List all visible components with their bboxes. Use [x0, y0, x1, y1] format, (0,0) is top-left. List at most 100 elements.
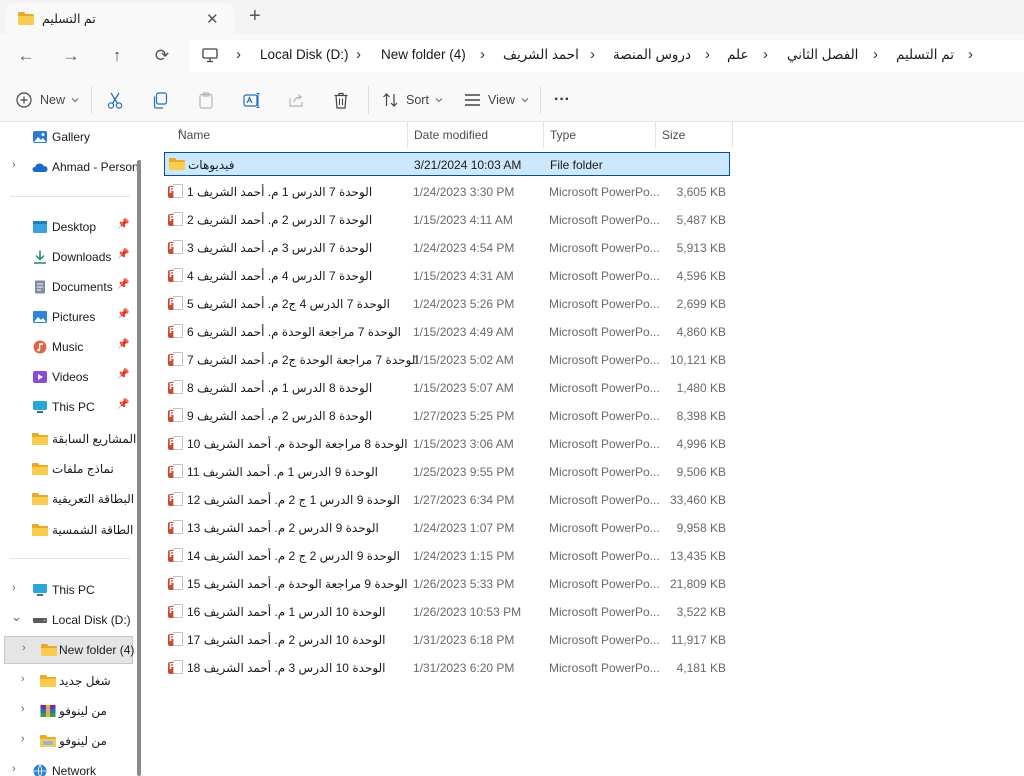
chevron-right-icon[interactable]: ›: [12, 582, 16, 594]
breadcrumb-item[interactable]: تم التسليم: [896, 47, 954, 63]
rename-button[interactable]: [243, 89, 261, 111]
tab-title: تم التسليم: [42, 12, 96, 26]
sidebar-item-network[interactable]: › Network: [0, 758, 136, 776]
powerpoint-icon: P: [168, 492, 183, 507]
videos-icon: [33, 371, 47, 383]
powerpoint-icon: P: [168, 548, 183, 563]
breadcrumb-separator: ›: [236, 46, 241, 63]
sidebar-item-onedrive[interactable]: › Ahmad - Person: [0, 154, 139, 180]
chevron-right-icon[interactable]: ›: [21, 733, 25, 745]
address-bar[interactable]: › Local Disk (D:) › New folder (4) › احم…: [190, 40, 1024, 72]
file-row[interactable]: P الوحدة 8 مراجعة الوحدة م. أحمد الشريف 1…: [164, 432, 730, 456]
sidebar-item-downloads[interactable]: Downloads 📌: [0, 244, 136, 270]
back-button[interactable]: ←: [14, 44, 38, 68]
powerpoint-icon: P: [168, 464, 183, 479]
chevron-right-icon[interactable]: ›: [21, 703, 25, 715]
sidebar-item-folder[interactable]: المشاريع السابقة: [0, 426, 136, 452]
chevron-right-icon[interactable]: ›: [22, 642, 26, 654]
scrollbar[interactable]: [137, 160, 141, 776]
chevron-right-icon[interactable]: ›: [21, 673, 25, 685]
file-row[interactable]: P الوحدة 8 الدرس 2 م. أحمد الشريف 9 1/27/2…: [164, 404, 730, 428]
refresh-button[interactable]: ⟳: [150, 44, 174, 68]
more-options-button[interactable]: ···: [554, 89, 570, 111]
chevron-down-icon[interactable]: ⌄: [11, 609, 22, 625]
sidebar-item-music[interactable]: Music 📌: [0, 334, 136, 360]
file-row[interactable]: P الوحدة 7 الدرس 3 م. أحمد الشريف 3 1/24/2…: [164, 236, 730, 260]
breadcrumb-item[interactable]: احمد الشريف: [503, 47, 579, 63]
file-row[interactable]: P الوحدة 10 الدرس 1 م. أحمد الشريف 16 1/26…: [164, 600, 730, 624]
file-name: الوحدة 10 الدرس 1 م. أحمد الشريف 16: [187, 605, 386, 619]
breadcrumb-item[interactable]: علم: [727, 47, 749, 63]
file-row[interactable]: فيديوهات 3/21/2024 10:03 AM File folder: [164, 152, 730, 176]
tab-active[interactable]: تم التسليم ✕: [6, 3, 234, 34]
file-row[interactable]: P الوحدة 7 الدرس 2 م. أحمد الشريف 2 1/15/2…: [164, 208, 730, 232]
file-row[interactable]: P الوحدة 10 الدرس 2 م. أحمد الشريف 17 1/31…: [164, 628, 730, 652]
file-row[interactable]: P الوحدة 7 الدرس 1 م. أحمد الشريف 1 1/24/2…: [164, 180, 730, 204]
new-tab-button[interactable]: +: [249, 5, 261, 28]
breadcrumb-item[interactable]: Local Disk (D:): [260, 47, 349, 62]
breadcrumb-item[interactable]: دروس المنصة: [613, 47, 691, 63]
file-row[interactable]: P الوحدة 9 الدرس 1 ج 2 م. أحمد الشريف 12 1…: [164, 488, 730, 512]
sidebar-item-videos[interactable]: Videos 📌: [0, 364, 136, 390]
sidebar-item-folder[interactable]: نماذج ملفات: [0, 456, 136, 482]
sidebar-item-this-pc-pinned[interactable]: This PC 📌: [0, 394, 136, 420]
file-row[interactable]: P الوحدة 9 الدرس 2 ج 2 م. أحمد الشريف 14 1…: [164, 544, 730, 568]
file-row[interactable]: P الوحدة 7 الدرس 4 م. أحمد الشريف 4 1/15/2…: [164, 264, 730, 288]
sidebar-item-folder[interactable]: الطاقة الشمسية: [0, 517, 136, 543]
file-name: الوحدة 9 الدرس 2 م. أحمد الشريف 13: [187, 521, 379, 535]
sidebar-item-folder[interactable]: › شغل جديد: [0, 668, 136, 694]
cut-button[interactable]: [107, 89, 123, 111]
sidebar-item-label: Music: [52, 340, 84, 354]
file-name: الوحدة 7 الدرس 4 م. أحمد الشريف 4: [187, 269, 373, 283]
forward-button[interactable]: →: [59, 44, 83, 68]
share-button[interactable]: [288, 89, 304, 111]
breadcrumb-separator: ›: [968, 46, 973, 63]
column-header-date[interactable]: Date modified: [408, 122, 544, 148]
file-row[interactable]: P الوحدة 7 مراجعة الوحدة ج2 م. أحمد الشري…: [164, 348, 730, 372]
file-name: فيديوهات: [188, 158, 235, 172]
sidebar-item-gallery[interactable]: Gallery: [0, 124, 136, 150]
sidebar-divider: [10, 196, 130, 197]
file-row[interactable]: P الوحدة 9 الدرس 2 م. أحمد الشريف 13 1/24/…: [164, 516, 730, 540]
file-row[interactable]: P الوحدة 10 الدرس 3 م. أحمد الشريف 18 1/31…: [164, 656, 730, 680]
sort-button[interactable]: Sort: [382, 89, 443, 111]
copy-button[interactable]: [152, 89, 168, 111]
sidebar-item-folder[interactable]: البطاقة التعريفية: [0, 486, 136, 512]
file-row[interactable]: P الوحدة 9 الدرس 1 م. أحمد الشريف 11 1/25/…: [164, 460, 730, 484]
document-icon: [35, 280, 45, 294]
column-header-size[interactable]: Size: [656, 122, 733, 148]
column-header-name[interactable]: Name ^: [172, 122, 408, 148]
sidebar-item-desktop[interactable]: Desktop 📌: [0, 214, 136, 240]
column-header-type[interactable]: Type: [544, 122, 656, 148]
delete-button[interactable]: [333, 89, 349, 111]
sidebar-item-new-folder-4[interactable]: › New folder (4): [4, 636, 134, 664]
up-button[interactable]: ↑: [105, 44, 129, 68]
breadcrumb-item[interactable]: New folder (4): [381, 47, 466, 62]
sidebar-item-local-disk[interactable]: ⌄ Local Disk (D:): [0, 607, 136, 633]
file-date: 1/24/2023 1:07 PM: [413, 521, 515, 535]
view-button[interactable]: View: [464, 89, 529, 111]
sidebar-item-label: من لينوفو: [59, 704, 107, 718]
powerpoint-icon: P: [168, 352, 183, 367]
new-button[interactable]: New: [16, 89, 79, 111]
file-row[interactable]: P الوحدة 7 الدرس 4 ج2 م. أحمد الشريف 5 1/2…: [164, 292, 730, 316]
music-icon: [33, 340, 47, 354]
close-icon[interactable]: ✕: [206, 10, 219, 28]
chevron-right-icon[interactable]: ›: [12, 763, 16, 775]
powerpoint-icon: P: [168, 576, 183, 591]
sidebar-item-pictures[interactable]: Pictures 📌: [0, 304, 136, 330]
sidebar-item-this-pc[interactable]: › This PC: [0, 577, 136, 603]
sidebar-item-label: الطاقة الشمسية: [52, 523, 134, 537]
sidebar-item-folder[interactable]: › من لينوفو: [0, 728, 136, 754]
chevron-right-icon[interactable]: ›: [12, 159, 16, 171]
sidebar-item-documents[interactable]: Documents 📌: [0, 274, 136, 300]
file-row[interactable]: P الوحدة 8 الدرس 1 م. أحمد الشريف 8 1/15/2…: [164, 376, 730, 400]
sidebar-item-archive[interactable]: › من لينوفو: [0, 698, 136, 724]
file-row[interactable]: P الوحدة 9 مراجعة الوحدة م. أحمد الشريف 1…: [164, 572, 730, 596]
column-header-label: Size: [662, 128, 686, 142]
file-size: 5,487 KB: [676, 213, 726, 227]
breadcrumb-item[interactable]: الفصل الثاني: [787, 47, 858, 63]
paste-button[interactable]: [198, 89, 214, 111]
file-row[interactable]: P الوحدة 7 مراجعة الوحدة م. أحمد الشريف 6…: [164, 320, 730, 344]
folder-icon: [32, 524, 48, 536]
